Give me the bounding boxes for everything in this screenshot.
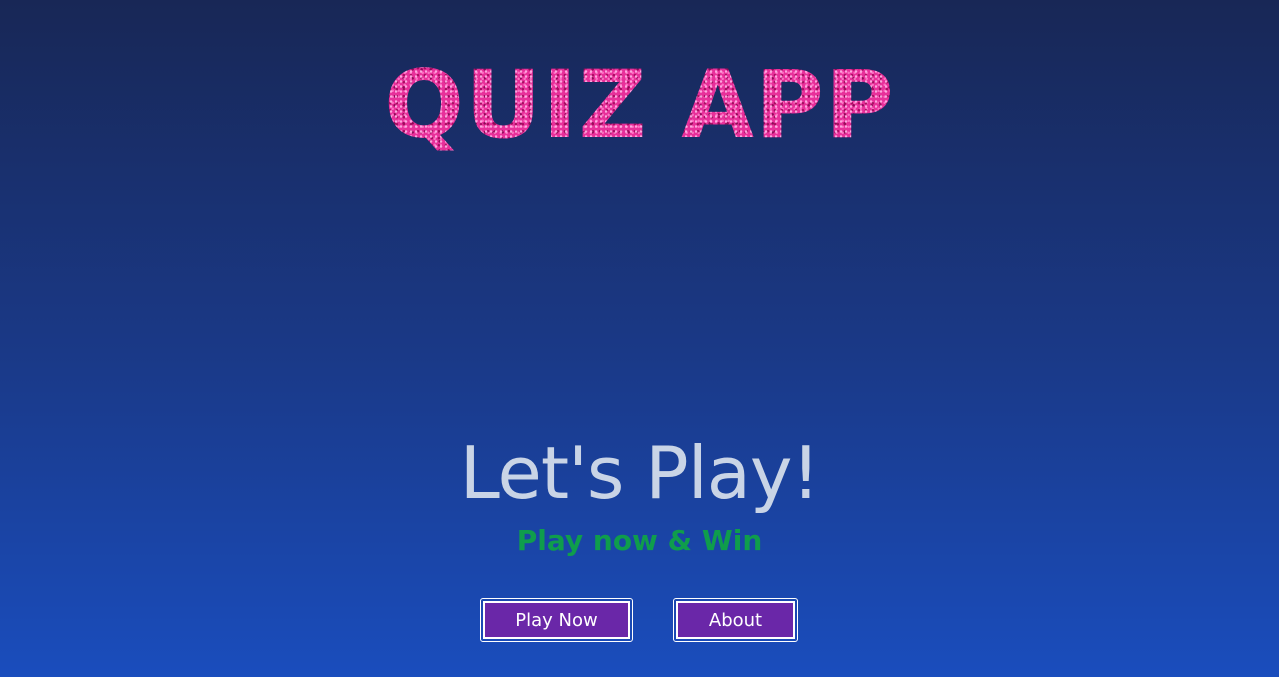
play-now-button[interactable]: Play Now xyxy=(480,598,633,642)
app-title: QUIZ APP xyxy=(0,50,1279,162)
about-label: About xyxy=(676,601,795,639)
hero-headline: Let's Play! xyxy=(459,431,821,515)
about-button[interactable]: About xyxy=(673,598,798,642)
hero-subtitle: Play now & Win xyxy=(516,524,763,557)
play-now-label: Play Now xyxy=(483,601,630,639)
